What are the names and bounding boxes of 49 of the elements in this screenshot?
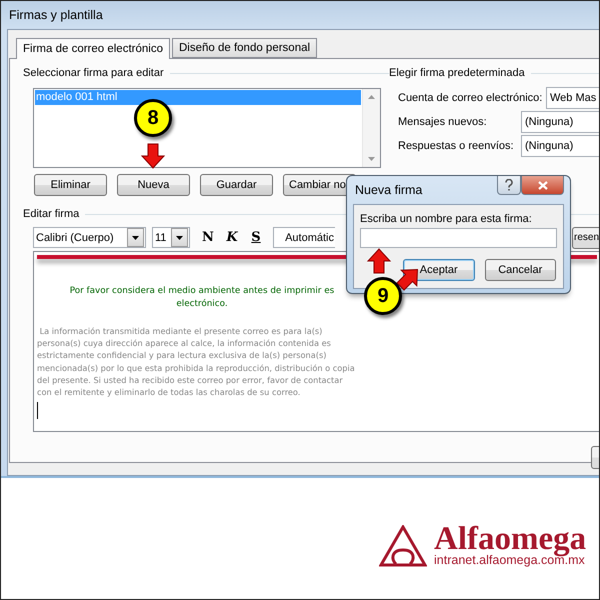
- action-button[interactable]: Eliminar: [34, 174, 107, 196]
- dropdown-icon: [176, 236, 183, 240]
- format-button[interactable]: N: [198, 227, 218, 248]
- disclaimer-text: persona(s) cuya dirección aparece al calce, la información contenida es: [37, 337, 332, 350]
- field-label: Mensajes nuevos:: [398, 116, 488, 128]
- field-label: Escriba un nombre para esta firma:: [360, 213, 533, 225]
- signature-editor[interactable]: [33, 251, 599, 432]
- dropdown[interactable]: (Ninguna): [521, 135, 599, 157]
- size-dropdown[interactable]: 11: [152, 227, 190, 248]
- arrow-icon: [141, 143, 165, 169]
- dialog-title: Nueva firma: [354, 183, 424, 197]
- field-label: Cuenta de correo electrónico:: [398, 92, 544, 104]
- help-icon: [505, 179, 513, 191]
- action-button[interactable]: Guardar: [200, 174, 273, 196]
- font-dropdown[interactable]: Calibri (Cuerpo): [33, 227, 146, 248]
- logo-icon: [379, 525, 427, 567]
- name-input[interactable]: [360, 228, 557, 248]
- action-button[interactable]: Nueva: [117, 174, 190, 196]
- disclaimer-text: estrictamente confidencial y para lectura exclusiva de la(s) persona(s): [37, 349, 328, 362]
- color-dropdown[interactable]: Automátic: [273, 227, 335, 248]
- dropdown[interactable]: Web Mas: [546, 87, 599, 109]
- toolbar-button[interactable]: resen: [572, 226, 599, 248]
- text-cursor: [37, 402, 38, 420]
- notice-text: Por favor considera el medio ambiente antes de imprimir es: [68, 285, 336, 298]
- brand-name: Alfaomega: [434, 524, 586, 554]
- tab[interactable]: Firma de correo electrónico: [16, 38, 170, 59]
- scrollbar[interactable]: [362, 89, 380, 167]
- scroll-up-icon[interactable]: [368, 95, 375, 99]
- dropdown[interactable]: (Ninguna): [521, 111, 599, 133]
- section-heading: Editar firma: [23, 208, 80, 220]
- help-button[interactable]: [497, 176, 521, 195]
- section-heading: Elegir firma predeterminada: [389, 67, 525, 79]
- section-heading: Seleccionar firma para editar: [23, 67, 164, 79]
- format-button[interactable]: K: [222, 227, 242, 248]
- disclaimer-text: mencionada(s) por lo que esta prohibida la reproducción, distribución o copia: [37, 362, 356, 374]
- disclaimer-text: La información transmitida mediante el presente correo es para la(s): [38, 325, 324, 338]
- brand-url: intranet.alfaomega.com.mx: [434, 554, 585, 567]
- close-icon: [538, 180, 548, 190]
- scroll-down-icon[interactable]: [368, 157, 375, 161]
- field-label: Respuestas o reenvíos:: [398, 140, 515, 152]
- dropdown-icon: [132, 236, 139, 240]
- dialog-button[interactable]: Cancelar: [484, 259, 556, 281]
- tab[interactable]: Diseño de fondo personal: [172, 38, 318, 58]
- close-button[interactable]: [521, 176, 564, 195]
- disclaimer-text: con el remitente y eliminarlo de todas las charolas de su correo.: [37, 386, 302, 398]
- notice-text: electrónico.: [175, 298, 229, 311]
- window-title: Firmas y plantilla: [8, 8, 103, 22]
- disclaimer-text: del presente. Si usted ha recibido este correo por error, favor de contactar: [37, 374, 344, 386]
- format-button[interactable]: S: [246, 227, 266, 248]
